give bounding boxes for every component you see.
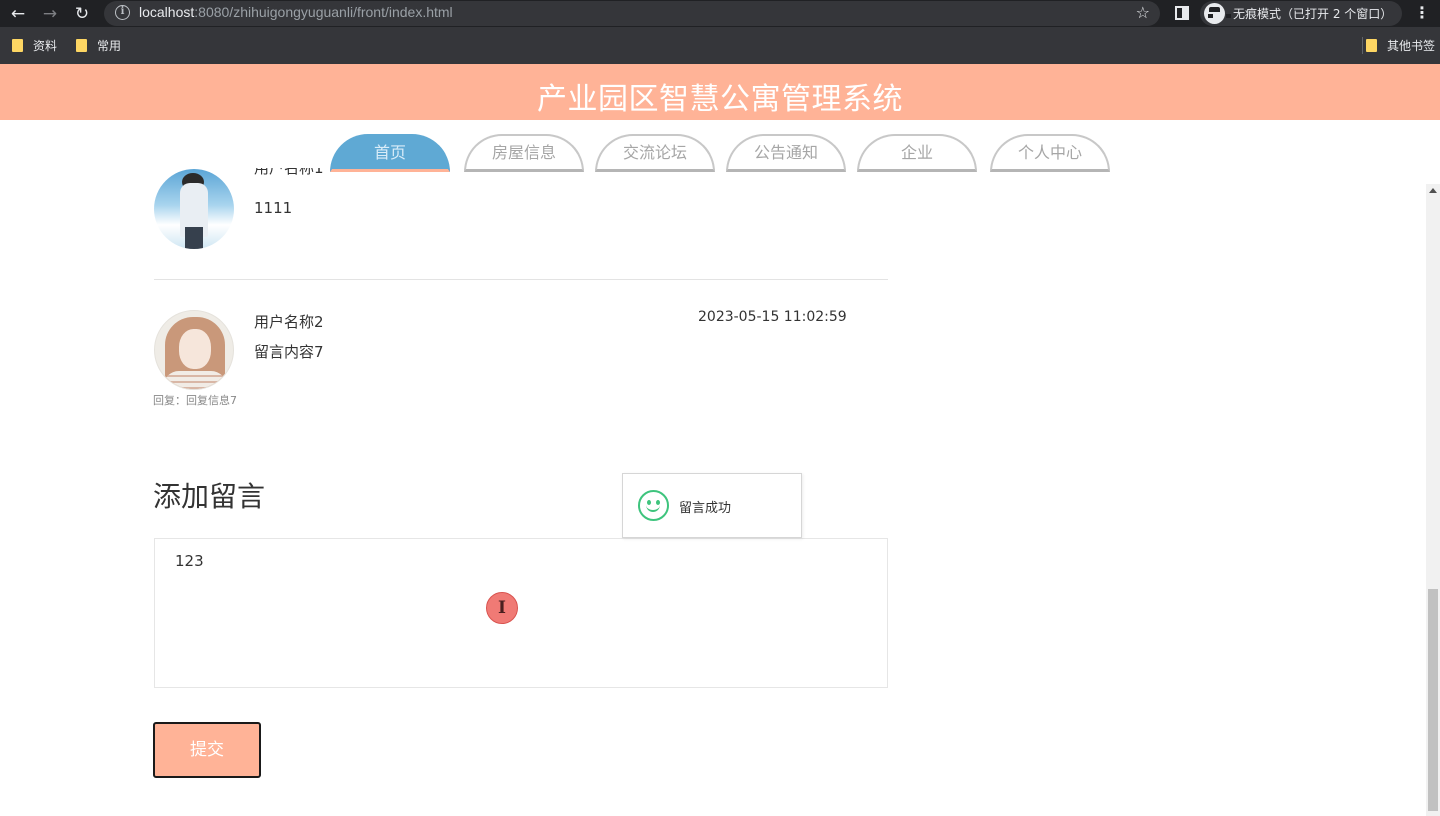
- bookmark-label: 资料: [33, 39, 58, 53]
- url-host: localhost: [139, 4, 195, 20]
- comment-divider: [154, 279, 888, 280]
- bookmark-folder-ziliao[interactable]: 资料: [12, 37, 57, 54]
- url-text[interactable]: localhost:8080/zhihuigongyuguanli/front/…: [139, 4, 453, 20]
- smile-icon: [638, 490, 669, 521]
- side-panel-icon[interactable]: [1175, 6, 1189, 20]
- avatar: [154, 169, 234, 249]
- comment-reply: 回复：回复信息7: [153, 394, 237, 407]
- browser-menu-icon[interactable]: ⋮: [1414, 3, 1430, 22]
- scrollbar-thumb[interactable]: [1428, 589, 1438, 811]
- site-info-icon[interactable]: i: [115, 5, 130, 20]
- address-bar[interactable]: i localhost:8080/zhihuigongyuguanli/fron…: [104, 1, 1160, 26]
- site-header: 产业园区智慧公寓管理系统: [0, 64, 1440, 120]
- scroll-up-arrow-icon[interactable]: [1429, 188, 1437, 193]
- tab-home[interactable]: 首页: [330, 134, 450, 172]
- comment-user-name: 用户名称1: [254, 168, 324, 177]
- tab-announcements[interactable]: 公告通知: [726, 134, 846, 172]
- folder-icon: [1366, 39, 1377, 52]
- back-arrow-icon[interactable]: ←: [8, 4, 28, 24]
- reload-icon[interactable]: ↻: [72, 4, 92, 24]
- comment-content: 留言内容7: [254, 343, 324, 361]
- bookmark-folder-changyong[interactable]: 常用: [76, 37, 121, 54]
- bookmarks-separator: [1362, 37, 1363, 54]
- url-path: :8080/zhihuigongyuguanli/front/index.htm…: [194, 4, 453, 20]
- comment-content: 1111: [254, 199, 293, 217]
- bookmark-label: 常用: [97, 39, 122, 53]
- toast-message: 留言成功: [679, 501, 732, 516]
- success-toast: 留言成功: [622, 473, 802, 538]
- folder-icon: [76, 39, 87, 52]
- add-comment-title: 添加留言: [153, 480, 266, 513]
- bookmarks-bar: 资料 常用 其他书签: [0, 27, 1440, 64]
- page-scrollbar[interactable]: [1426, 184, 1440, 816]
- forward-arrow-icon[interactable]: →: [40, 4, 60, 24]
- tab-enterprise[interactable]: 企业: [857, 134, 977, 172]
- incognito-indicator[interactable]: 无痕模式（已打开 2 个窗口）: [1200, 1, 1402, 26]
- comment-timestamp: 2023-05-15 11:02:59: [698, 309, 847, 325]
- text-cursor-icon: I: [486, 592, 518, 624]
- submit-button[interactable]: 提交: [153, 722, 261, 778]
- other-bookmarks-label: 其他书签: [1387, 39, 1436, 53]
- bookmark-star-icon[interactable]: ☆: [1136, 3, 1150, 22]
- tab-housing-info[interactable]: 房屋信息: [464, 134, 584, 172]
- folder-icon: [12, 39, 23, 52]
- comment-textarea[interactable]: 123: [154, 538, 888, 688]
- incognito-icon: [1204, 3, 1231, 24]
- comment-user-name: 用户名称2: [254, 313, 324, 331]
- tab-forum[interactable]: 交流论坛: [595, 134, 715, 172]
- other-bookmarks[interactable]: 其他书签: [1366, 37, 1435, 54]
- avatar: [154, 310, 234, 390]
- incognito-label: 无痕模式（已打开 2 个窗口）: [1233, 7, 1393, 21]
- site-title: 产业园区智慧公寓管理系统: [537, 82, 903, 117]
- browser-toolbar: ← → ↻ i localhost:8080/zhihuigongyuguanl…: [0, 0, 1440, 27]
- tab-personal-center[interactable]: 个人中心: [990, 134, 1110, 172]
